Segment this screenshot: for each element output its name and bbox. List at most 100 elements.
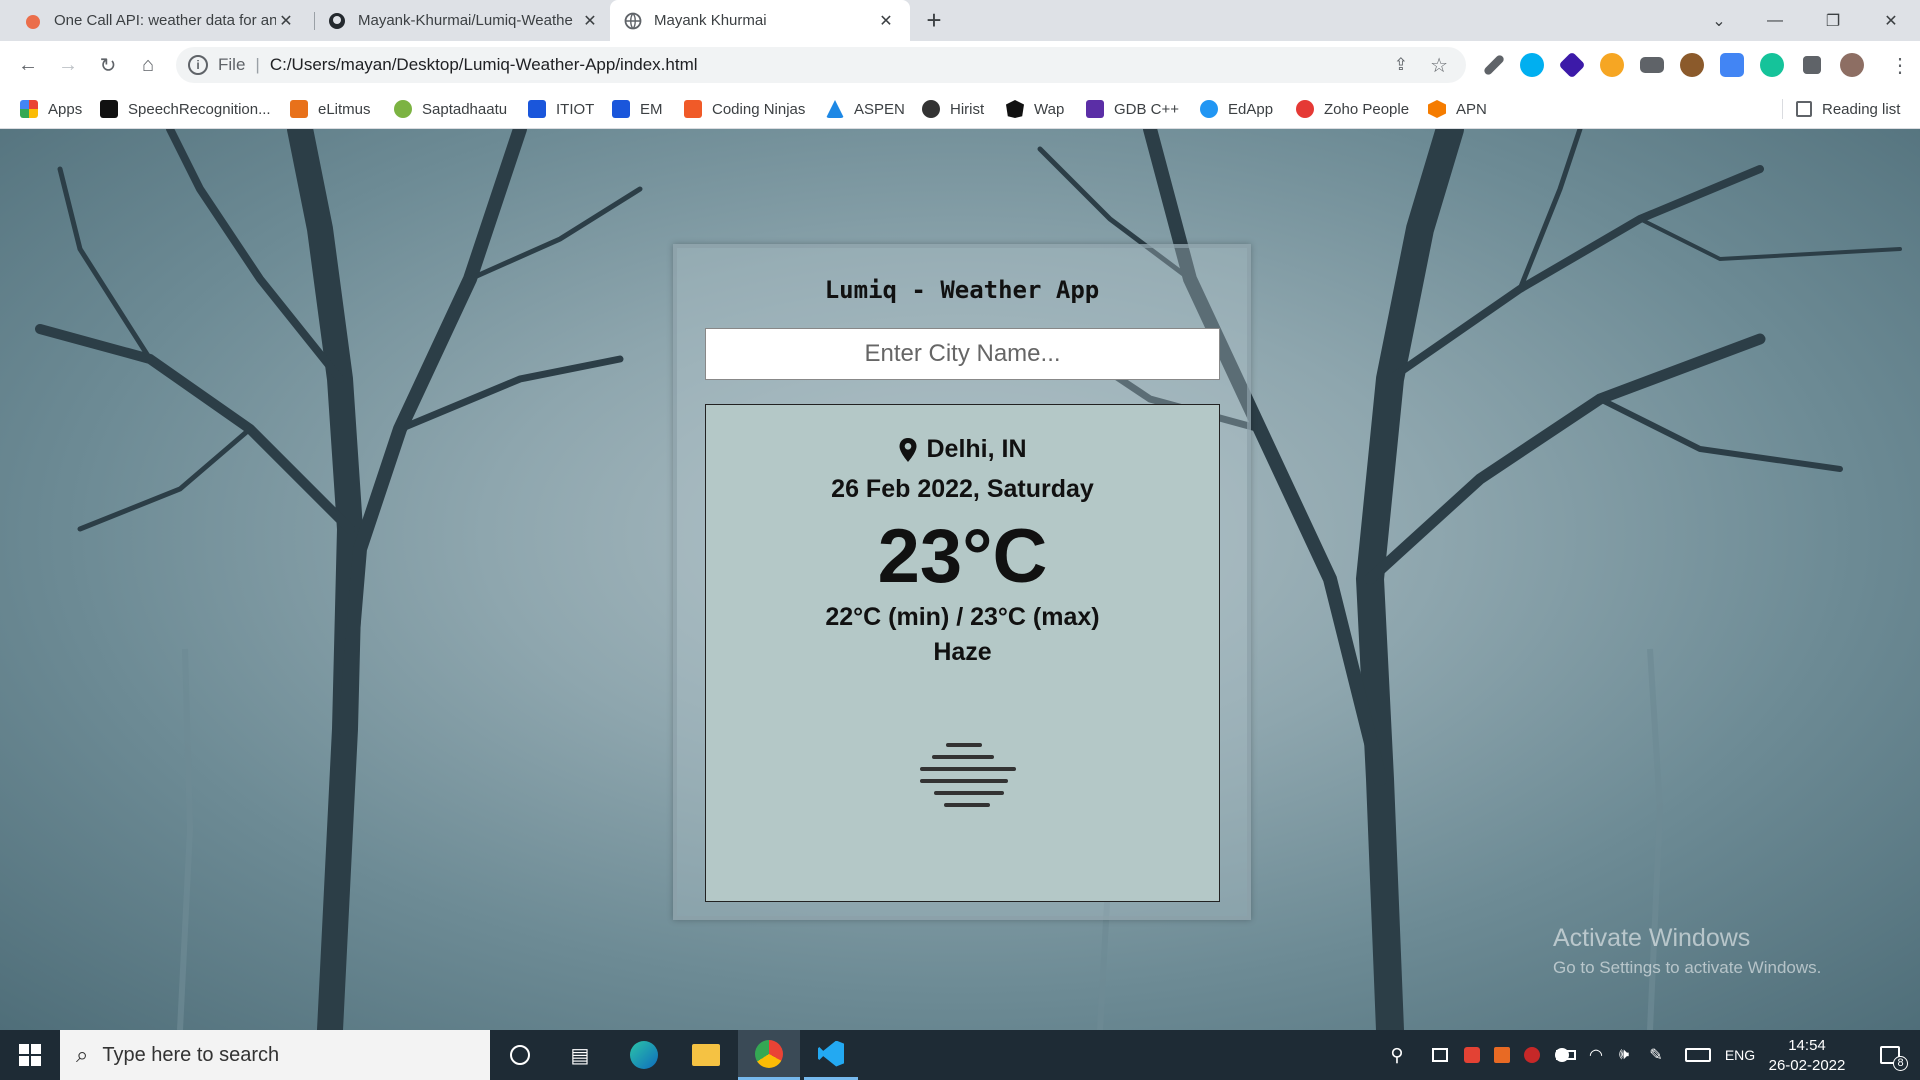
bookmark-item[interactable]: Coding Ninjas xyxy=(684,89,805,129)
tab-search-icon[interactable]: ⌄ xyxy=(1696,0,1742,41)
cookie-extension-icon[interactable] xyxy=(1680,53,1704,77)
taskbar-search-box[interactable]: ⌕ Type here to search xyxy=(60,1030,490,1080)
search-icon: ⌕ xyxy=(76,1042,89,1067)
bookmark-item[interactable]: APN xyxy=(1428,89,1487,129)
share-icon[interactable]: ⇪ xyxy=(1394,55,1408,75)
new-tab-button[interactable]: + xyxy=(912,0,956,41)
tray-icon[interactable] xyxy=(1428,1030,1452,1080)
vscode-icon[interactable] xyxy=(804,1030,858,1080)
profile-avatar[interactable] xyxy=(1840,53,1864,77)
notification-center-icon[interactable]: 8 xyxy=(1866,1030,1914,1080)
security-shield-icon[interactable] xyxy=(1460,1030,1484,1080)
minimize-icon[interactable]: — xyxy=(1752,0,1798,41)
bookmark-item[interactable]: GDB C++ xyxy=(1086,89,1179,129)
activate-windows-title: Activate Windows xyxy=(1553,924,1751,952)
bookmark-item[interactable]: eLitmus xyxy=(290,89,371,129)
windows-start-icon[interactable] xyxy=(0,1030,60,1080)
battery-icon[interactable] xyxy=(1552,1030,1580,1080)
keyboard-icon[interactable] xyxy=(1682,1030,1714,1080)
translate-extension-icon[interactable] xyxy=(1720,53,1744,77)
github-icon xyxy=(328,12,346,30)
windows-taskbar: ⌕ Type here to search ▤ ⚲ ◠ 🕪 ✎ ENG 14:5… xyxy=(0,1030,1920,1080)
system-clock[interactable]: 14:54 26-02-2022 xyxy=(1762,1036,1852,1076)
bookmark-item[interactable]: EdApp xyxy=(1200,89,1273,129)
haze-icon xyxy=(920,743,1016,807)
language-indicator[interactable]: ENG xyxy=(1720,1030,1760,1080)
bookmark-favicon-icon xyxy=(1296,100,1314,118)
cast-extension-icon[interactable] xyxy=(1640,57,1664,73)
wifi-icon[interactable]: ◠ xyxy=(1584,1030,1608,1080)
puzzle-extensions-icon[interactable] xyxy=(1803,56,1821,74)
bookmark-star-icon[interactable]: ☆ xyxy=(1430,53,1448,78)
location-row: Delhi, IN xyxy=(706,435,1219,464)
bookmark-item[interactable]: Hirist xyxy=(922,89,984,129)
close-tab-icon[interactable]: ✕ xyxy=(876,11,896,31)
reload-icon[interactable]: ↻ xyxy=(88,41,128,89)
bookmark-favicon-icon xyxy=(1200,100,1218,118)
site-info-icon[interactable]: i xyxy=(188,55,208,75)
address-bar[interactable]: i File | C:/Users/mayan/Desktop/Lumiq-We… xyxy=(176,47,1466,83)
close-window-icon[interactable]: ✕ xyxy=(1868,0,1914,41)
grammarly-extension-icon[interactable] xyxy=(1760,53,1784,77)
volume-icon[interactable]: 🕪 xyxy=(1612,1030,1636,1080)
bookmark-favicon-icon xyxy=(100,100,118,118)
tab-openweather[interactable]: One Call API: weather data for an ✕ xyxy=(10,0,310,41)
cortana-icon[interactable] xyxy=(496,1030,544,1080)
bookmark-item[interactable]: Zoho People xyxy=(1296,89,1409,129)
bookmark-item[interactable]: Wap xyxy=(1006,89,1064,129)
chrome-icon[interactable] xyxy=(738,1030,800,1080)
bookmark-favicon-icon xyxy=(612,100,630,118)
home-icon[interactable]: ⌂ xyxy=(128,41,168,89)
bookmark-favicon-icon xyxy=(528,100,546,118)
file-explorer-icon[interactable] xyxy=(682,1030,730,1080)
back-icon[interactable]: ← xyxy=(8,41,48,89)
min-max-text: 22°C (min) / 23°C (max) xyxy=(825,603,1100,631)
city-search-input[interactable] xyxy=(705,328,1220,380)
scheme-label: File xyxy=(218,55,246,74)
notification-count-badge: 8 xyxy=(1893,1056,1908,1071)
app-title: Lumiq - Weather App xyxy=(824,276,1100,304)
bookmark-favicon-icon xyxy=(826,100,844,118)
url-text[interactable]: C:/Users/mayan/Desktop/Lumiq-Weather-App… xyxy=(270,55,698,75)
browser-toolbar: ← → ↻ ⌂ i File | C:/Users/mayan/Desktop/… xyxy=(0,41,1920,89)
people-icon[interactable]: ⚲ xyxy=(1382,1030,1412,1080)
edge-icon[interactable] xyxy=(620,1030,668,1080)
restore-icon[interactable]: ❐ xyxy=(1810,0,1856,41)
bookmark-item[interactable]: Saptadhaatu xyxy=(394,89,507,129)
tab-github[interactable]: Mayank-Khurmai/Lumiq-Weathe ✕ xyxy=(314,0,614,41)
bookmark-item[interactable]: SpeechRecognition... xyxy=(100,89,271,129)
bookmark-item[interactable]: EM xyxy=(612,89,663,129)
tray-app-icon[interactable] xyxy=(1490,1030,1514,1080)
pen-icon[interactable]: ✎ xyxy=(1644,1030,1668,1080)
eyedropper-extension-icon[interactable] xyxy=(1482,53,1506,77)
bookmark-favicon-icon xyxy=(290,100,308,118)
task-view-icon[interactable]: ▤ xyxy=(556,1030,604,1080)
close-tab-icon[interactable]: ✕ xyxy=(580,11,600,31)
temperature-text: 23°C xyxy=(877,514,1048,599)
weather-app-card: Lumiq - Weather App Delhi, IN 26 Feb 202… xyxy=(673,244,1251,920)
globe-icon xyxy=(624,12,642,30)
menu-kebab-icon[interactable]: ⋮ xyxy=(1880,41,1920,89)
bookmark-favicon-icon xyxy=(684,100,702,118)
location-pin-icon xyxy=(899,437,917,462)
condition-text: Haze xyxy=(933,638,992,666)
tray-app-icon[interactable] xyxy=(1520,1030,1544,1080)
bookmark-item[interactable]: ITIOT xyxy=(528,89,594,129)
bookmark-favicon-icon xyxy=(1006,100,1024,118)
tab-active[interactable]: Mayank Khurmai ✕ xyxy=(610,0,910,41)
bookmark-item[interactable]: Apps xyxy=(20,89,82,129)
weather-panel: Delhi, IN 26 Feb 2022, Saturday 23°C 22°… xyxy=(705,404,1220,902)
forward-icon[interactable]: → xyxy=(48,41,88,89)
reading-list-button[interactable]: Reading list xyxy=(1796,89,1900,129)
grammar-extension-icon[interactable] xyxy=(1600,53,1624,77)
reading-list-icon xyxy=(1796,101,1812,117)
close-tab-icon[interactable]: ✕ xyxy=(276,11,296,31)
bookmark-item[interactable]: ASPEN xyxy=(826,89,905,129)
bookmark-favicon-icon xyxy=(922,100,940,118)
diamond-extension-icon[interactable] xyxy=(1558,51,1586,79)
skype-extension-icon[interactable] xyxy=(1520,53,1544,77)
apps-grid-icon xyxy=(20,100,38,118)
tab-strip: One Call API: weather data for an ✕ Maya… xyxy=(0,0,1920,41)
bookmark-favicon-icon xyxy=(1428,100,1446,118)
date-text: 26 Feb 2022, Saturday xyxy=(831,475,1094,503)
